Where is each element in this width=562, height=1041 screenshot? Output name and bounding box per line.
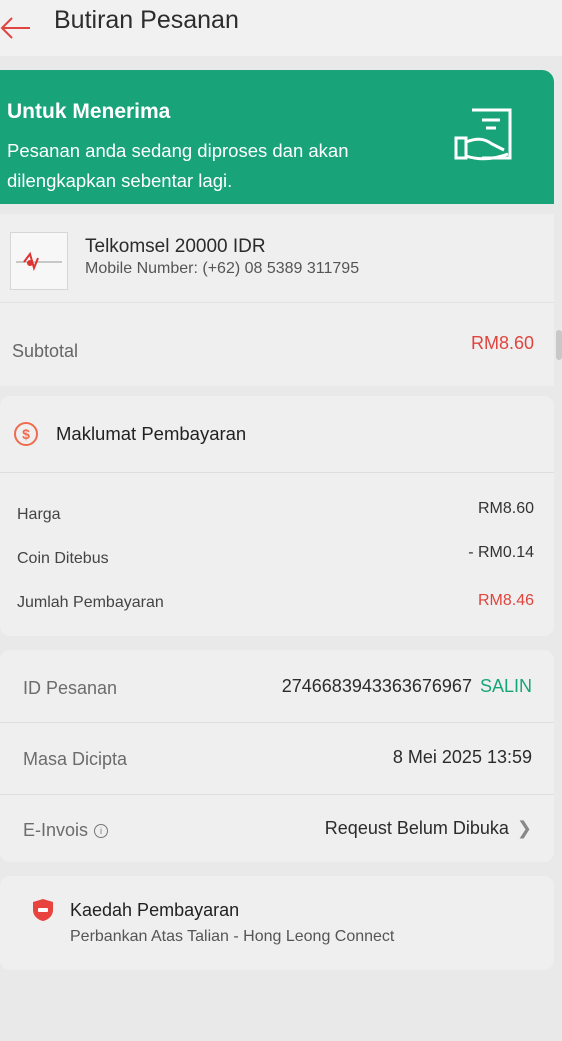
einvoice-label-group: E-Invois i [23, 820, 109, 841]
subtotal-value: RM8.60 [470, 333, 534, 353]
einvoice-label: E-Invois [23, 820, 89, 840]
total-payment-value: RM8.46 [477, 592, 534, 609]
product-card[interactable]: Telkomsel 20000 IDR Mobile Number: (+62)… [0, 214, 554, 302]
payment-info-title: Maklumat Pembayaran [56, 423, 247, 444]
receipt-hand-icon [454, 108, 512, 161]
status-message: Pesanan anda sedang diproses dan akan di… [7, 140, 349, 191]
order-id-value: 2746683943363676967 [281, 676, 472, 696]
page-title: Butiran Pesanan [54, 6, 239, 34]
payment-method-header: Kaedah Pembayaran [32, 898, 239, 922]
coin-redeemed-value: - RM0.14 [468, 544, 534, 561]
telkomsel-logo-icon [16, 251, 62, 272]
back-button[interactable] [0, 14, 34, 42]
status-title: Untuk Menerima [7, 100, 171, 123]
payment-info-header: $ Maklumat Pembayaran [14, 422, 246, 446]
price-label: Harga [17, 506, 61, 523]
copy-button[interactable]: SALIN [480, 676, 532, 696]
order-id-row-value: 2746683943363676967 SALIN [282, 676, 532, 697]
payment-method-title: Kaedah Pembayaran [70, 899, 240, 920]
chevron-right-icon: ❯ [516, 818, 532, 838]
scrollbar[interactable] [556, 330, 562, 360]
top-bar: Butiran Pesanan [0, 0, 562, 56]
order-details-card: ID Pesanan 2746683943363676967 SALIN Masa… [0, 650, 554, 862]
einvoice-request-link[interactable]: Reqeust Belum Dibuka ❯ [325, 818, 532, 839]
status-banner: Untuk Menerima Pesanan anda sedang dipro… [0, 70, 554, 204]
payment-method-value: Perbankan Atas Talian - Hong Leong Conne… [70, 928, 395, 945]
subtotal-label: Subtotal [12, 341, 79, 361]
divider [0, 472, 554, 473]
divider [0, 722, 554, 723]
order-id-label: ID Pesanan [23, 678, 118, 698]
einvoice-status: Reqeust Belum Dibuka [324, 818, 509, 838]
shield-icon [33, 899, 53, 921]
product-mobile-number: Mobile Number: (+62) 08 5389 311795 [85, 260, 360, 277]
info-circle-icon[interactable]: i [94, 823, 109, 838]
payment-info-card: $ Maklumat Pembayaran Harga RM8.60 Coin … [0, 396, 554, 636]
dollar-circle-icon: $ [14, 422, 38, 446]
created-time-label: Masa Dicipta [23, 749, 128, 769]
total-payment-label: Jumlah Pembayaran [17, 594, 164, 611]
coin-redeemed-label: Coin Ditebus [17, 550, 109, 567]
product-thumbnail [10, 232, 68, 290]
payment-method-card: Kaedah Pembayaran Perbankan Atas Talian … [0, 876, 554, 970]
product-name: Telkomsel 20000 IDR [85, 236, 266, 257]
divider [0, 794, 554, 795]
created-time-value: 8 Mei 2025 13:59 [392, 747, 532, 767]
price-value: RM8.60 [477, 500, 534, 517]
subtotal-row: Subtotal RM8.60 [0, 302, 554, 386]
arrow-left-icon [0, 17, 30, 39]
